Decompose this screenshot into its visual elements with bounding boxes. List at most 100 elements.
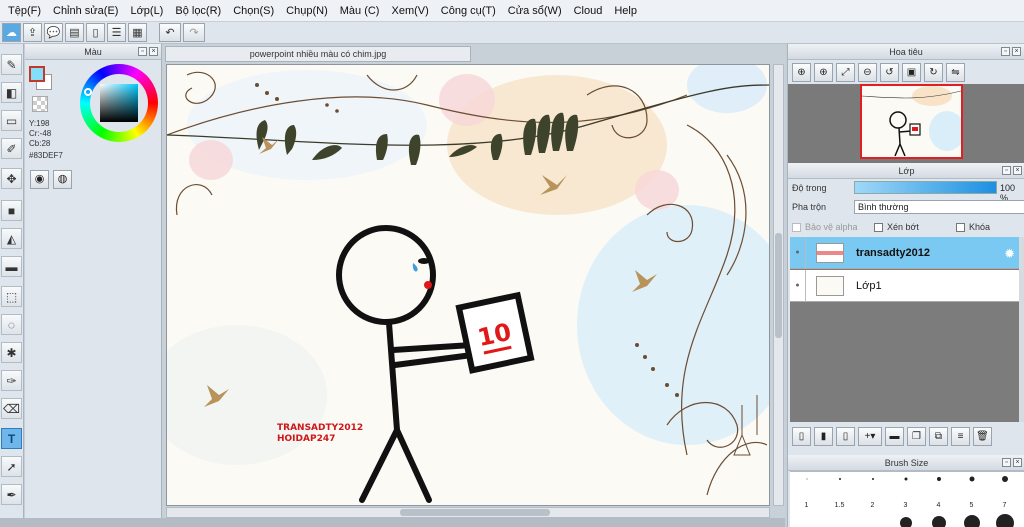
brush-size-cell[interactable]: 5 — [955, 472, 988, 509]
menu-filter[interactable]: Bộ lọc(R) — [169, 0, 227, 22]
brush-size-cell[interactable] — [889, 516, 922, 527]
menu-tools[interactable]: Công cụ(T) — [435, 0, 502, 22]
visibility-icon[interactable]: ● — [790, 236, 806, 269]
panel-float-icon[interactable]: ▫ — [1002, 458, 1011, 467]
fill-rect-tool-icon[interactable]: ■ — [1, 200, 22, 221]
document-icon[interactable]: ▯ — [86, 23, 105, 42]
folder-icon[interactable]: ▬ — [885, 427, 904, 446]
select-eraser-tool-icon[interactable]: ⌫ — [1, 398, 22, 419]
transparent-color-swatch[interactable] — [32, 96, 48, 112]
lock-checkbox[interactable]: Khóa — [956, 222, 990, 233]
delete-layer-icon[interactable]: 🗑 — [973, 427, 992, 446]
layer-thumbnail — [816, 242, 844, 263]
move-tool-icon[interactable]: ✥ — [1, 168, 22, 189]
layer-list-scrollbar[interactable] — [1019, 237, 1024, 422]
eyedropper-tool-icon[interactable]: ✒ — [1, 484, 22, 505]
menu-file[interactable]: Tệp(F) — [2, 0, 47, 22]
zoom-in-icon[interactable]: ⊕ — [792, 63, 811, 82]
layer-options-icon[interactable]: ≡ — [951, 427, 970, 446]
rotate-right-icon[interactable]: ↻ — [924, 63, 943, 82]
menu-cloud[interactable]: Cloud — [568, 0, 609, 22]
blend-mode-select[interactable]: Bình thường — [854, 200, 1024, 214]
menu-select[interactable]: Chọn(S) — [227, 0, 280, 22]
zoom-out-icon[interactable]: ⊖ — [858, 63, 877, 82]
grid-icon[interactable]: ▦ — [128, 23, 147, 42]
clipping-checkbox[interactable]: Xén bớt — [874, 222, 919, 233]
brush-size-cell[interactable] — [955, 515, 988, 527]
panel-float-icon[interactable]: ▫ — [1002, 166, 1011, 175]
canvas-vertical-scrollbar[interactable] — [773, 64, 784, 506]
flip-icon[interactable]: ⇋ — [946, 63, 965, 82]
document-tab[interactable]: powerpoint nhiều màu có chim.jpg — [165, 46, 471, 62]
navigator-thumbnail[interactable] — [860, 84, 963, 159]
menu-window[interactable]: Cửa sổ(W) — [502, 0, 568, 22]
canvas-text-line2: HOIDAP247 — [277, 434, 335, 444]
cloud-icon[interactable]: ☁ — [2, 23, 21, 42]
panel-close-icon[interactable]: × — [1013, 458, 1022, 467]
text-tool-icon[interactable]: T — [1, 428, 22, 449]
navigator-preview[interactable] — [788, 84, 1024, 166]
rotate-left-icon[interactable]: ↺ — [880, 63, 899, 82]
merge-layer-icon[interactable]: ⧉ — [929, 427, 948, 446]
zoom-in-alt-icon[interactable]: ⊕ — [814, 63, 833, 82]
protect-alpha-checkbox[interactable]: Bảo vệ alpha — [792, 222, 858, 233]
panel-float-icon[interactable]: ▫ — [1001, 47, 1010, 56]
palette-edit-icon[interactable]: ◍ — [53, 170, 72, 189]
select-pen-tool-icon[interactable]: ✑ — [1, 370, 22, 391]
menu-help[interactable]: Help — [608, 0, 643, 22]
brush-size-cell[interactable]: 7 — [988, 472, 1021, 509]
color-wheel[interactable] — [80, 64, 158, 142]
brush-size-cell[interactable] — [922, 516, 955, 527]
new-raster-layer-icon[interactable]: ▮ — [814, 427, 833, 446]
saturation-value-square[interactable] — [100, 84, 138, 122]
visibility-icon[interactable]: ● — [790, 269, 806, 302]
brush-size-cell[interactable]: 1 — [790, 472, 823, 509]
fit-window-icon[interactable]: ⤢ — [836, 63, 855, 82]
eraser-tool-icon[interactable]: ◧ — [1, 82, 22, 103]
redo-icon[interactable]: ↷ — [183, 23, 205, 42]
brush-size-cell[interactable]: 2 — [856, 472, 889, 509]
operation-tool-icon[interactable]: ➚ — [1, 456, 22, 477]
menu-view[interactable]: Xem(V) — [385, 0, 434, 22]
pen-tool-icon[interactable]: ✐ — [1, 138, 22, 159]
menu-color[interactable]: Màu (C) — [334, 0, 386, 22]
message-icon[interactable]: ▤ — [65, 23, 84, 42]
opacity-slider[interactable] — [854, 181, 997, 194]
menu-layer[interactable]: Lớp(L) — [124, 0, 169, 22]
palette-icon[interactable]: ◉ — [30, 170, 49, 189]
add-layer-menu-icon[interactable]: +▾ — [858, 427, 882, 446]
panel-close-icon[interactable]: × — [149, 47, 158, 56]
menu-edit[interactable]: Chỉnh sửa(E) — [47, 0, 124, 22]
comment-icon[interactable]: 💬 — [44, 23, 63, 42]
panel-float-icon[interactable]: ▫ — [138, 47, 147, 56]
tool-palette: ✎ ◧ ▭ ✐ ✥ ■ ◭ ▬ ⬚ ◌ ✱ ✑ ⌫ T ➚ ✒ — [0, 44, 24, 527]
drawing-canvas[interactable]: 10 TRANSADTY2012 HOIDAP247 — [166, 64, 770, 506]
duplicate-layer-icon[interactable]: ❐ — [907, 427, 926, 446]
undo-icon[interactable]: ↶ — [159, 23, 181, 42]
canvas-horizontal-scrollbar[interactable] — [166, 507, 770, 518]
list-icon[interactable]: ☰ — [107, 23, 126, 42]
hue-marker[interactable] — [84, 88, 92, 96]
actual-size-icon[interactable]: ▣ — [902, 63, 921, 82]
share-icon[interactable]: ⇪ — [23, 23, 42, 42]
panel-close-icon[interactable]: × — [1012, 47, 1021, 56]
layer-item[interactable]: ● Lớp1 — [790, 269, 1019, 302]
layer-item[interactable]: ● transadty2012 ✹ — [790, 236, 1019, 269]
magic-wand-tool-icon[interactable]: ✱ — [1, 342, 22, 363]
gear-icon[interactable]: ✹ — [1004, 246, 1015, 262]
foreground-color-swatch[interactable] — [29, 66, 45, 82]
gradient-tool-icon[interactable]: ▬ — [1, 256, 22, 277]
new-layer-icon[interactable]: ▯ — [792, 427, 811, 446]
bucket-tool-icon[interactable]: ◭ — [1, 228, 22, 249]
new-vector-layer-icon[interactable]: ▯ — [836, 427, 855, 446]
brush-size-cell[interactable] — [988, 514, 1021, 527]
menu-capture[interactable]: Chụp(N) — [280, 0, 334, 22]
rect-select-tool-icon[interactable]: ⬚ — [1, 286, 22, 307]
brush-size-cell[interactable]: 1.5 — [823, 472, 856, 509]
rectangle-tool-icon[interactable]: ▭ — [1, 110, 22, 131]
panel-close-icon[interactable]: × — [1013, 166, 1022, 175]
brush-tool-icon[interactable]: ✎ — [1, 54, 22, 75]
brush-size-cell[interactable]: 4 — [922, 472, 955, 509]
lasso-tool-icon[interactable]: ◌ — [1, 314, 22, 335]
brush-size-cell[interactable]: 3 — [889, 472, 922, 509]
